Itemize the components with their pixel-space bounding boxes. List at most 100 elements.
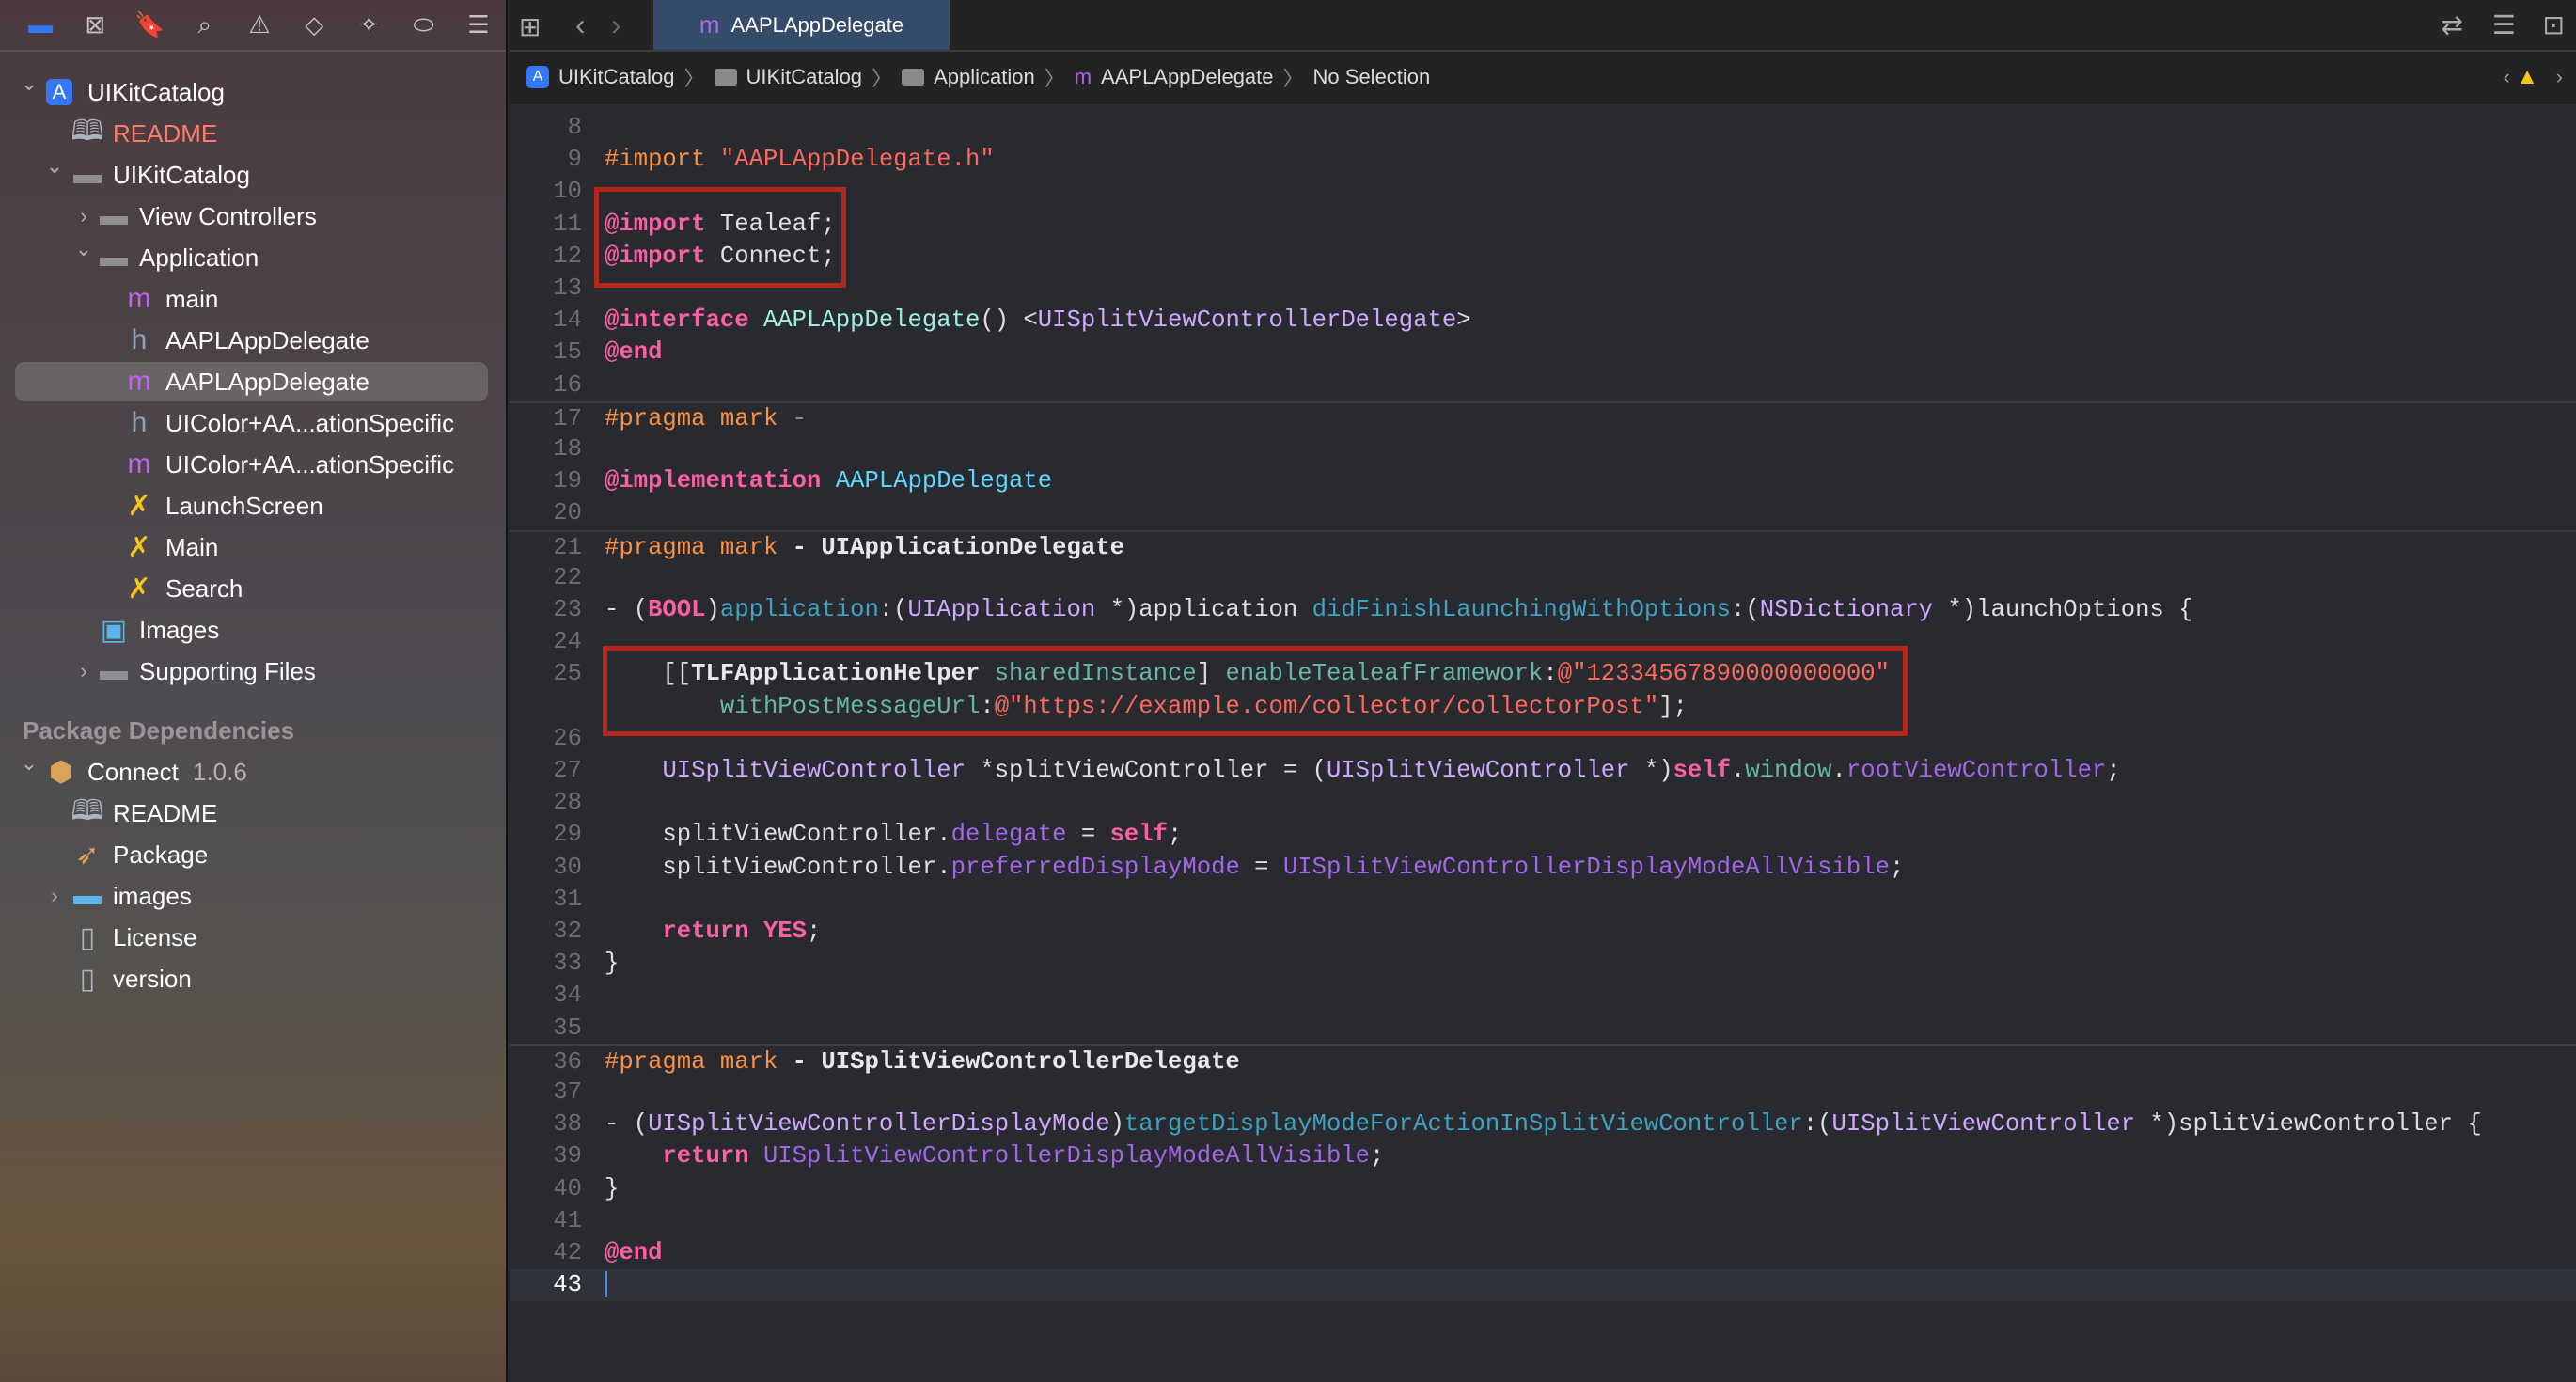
line-number[interactable]: 23 [510, 594, 582, 626]
tab-aaplappdelegate[interactable]: m AAPLAppDelegate [653, 0, 950, 50]
source-editor[interactable]: 8 9 #import "AAPLAppDelegate.h" 10 11 @import… [510, 103, 2576, 1382]
line-number[interactable]: 19 [510, 465, 582, 497]
back-icon[interactable]: ‹ [575, 8, 586, 42]
tree-item[interactable]: ➶ Package [0, 834, 508, 875]
line-number[interactable]: 27 [510, 755, 582, 787]
chevron-right-icon[interactable]: › [43, 884, 66, 908]
line-number[interactable]: 13 [510, 273, 582, 305]
tree-item[interactable]: ⌄ A UIKitCatalog [0, 71, 508, 113]
tree-item[interactable]: m UIColor+AA...ationSpecific [0, 444, 508, 485]
line-number[interactable]: 16 [510, 369, 582, 401]
line-number[interactable]: 32 [510, 916, 582, 948]
line-number[interactable]: 41 [510, 1205, 582, 1237]
line-number[interactable]: 37 [510, 1076, 582, 1108]
folder-icon [714, 69, 737, 86]
tree-item[interactable]: ⌄ ▬ UIKitCatalog [0, 154, 508, 196]
breadcrumb-symbol[interactable]: No Selection [1313, 65, 1431, 89]
code-token: preferredDisplayMode [950, 853, 1240, 881]
breadcrumb-application[interactable]: Application [902, 65, 1035, 89]
tree-item[interactable]: m main [0, 278, 508, 320]
tree-item[interactable]: 🕮 README [0, 793, 508, 834]
tree-item[interactable]: ✗ Search [0, 568, 508, 609]
tree-item[interactable]: ▣ Images [0, 609, 508, 651]
code-line: 23- (BOOL)application:(UIApplication *)a… [510, 594, 2576, 626]
code-line: 16 [510, 369, 2576, 401]
line-number[interactable]: 25 [510, 658, 582, 690]
tree-item[interactable]: h AAPLAppDelegate [0, 320, 508, 361]
tree-item[interactable]: h UIColor+AA...ationSpecific [0, 402, 508, 444]
line-number[interactable]: 33 [510, 948, 582, 980]
grid-icon[interactable]: ⊞ [519, 11, 541, 42]
tree-item[interactable]: ▯ version [0, 958, 508, 999]
line-number[interactable]: 34 [510, 980, 582, 1012]
breadcrumb-project[interactable]: A UIKitCatalog [526, 65, 675, 89]
line-number[interactable]: 12 [510, 241, 582, 273]
chevron-down-icon[interactable]: ⌄ [43, 154, 66, 179]
line-number[interactable]: 39 [510, 1140, 582, 1172]
tree-item[interactable]: m AAPLAppDelegate [0, 361, 508, 402]
line-number[interactable]: 17 [510, 403, 582, 435]
warning-icon[interactable]: ⚠ [232, 7, 287, 44]
report-icon[interactable]: ☰ [451, 7, 506, 44]
tree-item[interactable]: ▯ License [0, 917, 508, 958]
code-token: return [662, 1142, 749, 1170]
tree-item[interactable]: ✗ Main [0, 526, 508, 568]
line-number[interactable]: 15 [510, 337, 582, 369]
swap-icon[interactable]: ⇄ [2442, 9, 2463, 40]
next-issue-icon[interactable]: › [2556, 65, 2563, 89]
line-number[interactable]: 9 [510, 144, 582, 176]
code-token: > [1456, 306, 1471, 335]
tree-item[interactable]: ✗ LaunchScreen [0, 485, 508, 526]
line-number[interactable]: 31 [510, 884, 582, 916]
breadcrumb-file[interactable]: m AAPLAppDelegate [1075, 65, 1274, 89]
chevron-down-icon[interactable]: ⌄ [18, 751, 40, 776]
line-number[interactable]: 20 [510, 497, 582, 529]
line-number[interactable]: 21 [510, 532, 582, 564]
line-number[interactable]: 11 [510, 209, 582, 241]
line-number[interactable]: 10 [510, 176, 582, 208]
chevron-down-icon[interactable]: ⌄ [72, 237, 95, 261]
line-number[interactable]: 40 [510, 1173, 582, 1205]
tree-item[interactable]: › ▬ Supporting Files [0, 651, 508, 692]
line-number[interactable]: 18 [510, 433, 582, 465]
line-number[interactable]: 29 [510, 819, 582, 851]
breadcrumb-group[interactable]: UIKitCatalog [714, 65, 862, 89]
line-number[interactable]: 42 [510, 1237, 582, 1269]
tree-item[interactable]: ⌄ ▬ Application [0, 237, 508, 278]
warning-icon[interactable]: ▲ [2516, 64, 2538, 90]
line-number[interactable]: 36 [510, 1046, 582, 1078]
code-line: 21 #pragma mark - UIApplicationDelegate [510, 529, 2576, 564]
tree-item[interactable]: ⌄ ⬢ Connect 1.0.6 [0, 751, 508, 793]
add-editor-icon[interactable]: ⊡ [2543, 9, 2565, 40]
search-icon[interactable]: ⌕ [178, 7, 232, 44]
tree-item[interactable]: 🕮 README [0, 113, 508, 154]
tree-item[interactable]: › ▬ images [0, 875, 508, 917]
chevron-right-icon[interactable]: › [72, 659, 95, 683]
line-number[interactable]: 14 [510, 305, 582, 337]
line-number[interactable]: 35 [510, 1013, 582, 1044]
bookmark-icon[interactable]: 🔖 [122, 7, 177, 44]
tree-item[interactable]: › ▬ View Controllers [0, 196, 508, 237]
chevron-right-icon[interactable]: › [72, 204, 95, 228]
line-number[interactable]: 38 [510, 1108, 582, 1140]
line-number[interactable]: 22 [510, 562, 582, 594]
line-number[interactable]: 30 [510, 852, 582, 884]
forward-icon[interactable]: › [611, 8, 621, 42]
previous-issue-icon[interactable]: ‹ [2504, 65, 2510, 89]
line-number[interactable]: 43 [510, 1269, 582, 1301]
folder-icon[interactable]: ▬ [13, 7, 68, 44]
code-token: ; [1889, 853, 1905, 881]
test-icon[interactable]: ◇ [287, 7, 341, 44]
line-number[interactable]: 24 [510, 626, 582, 658]
highlight-box-imports [594, 187, 846, 288]
chevron-down-icon[interactable]: ⌄ [18, 71, 40, 96]
asset-catalog-icon: ▣ [100, 614, 128, 646]
line-number[interactable]: 8 [510, 112, 582, 144]
line-number[interactable]: 28 [510, 787, 582, 819]
debug-icon[interactable]: ✧ [341, 7, 396, 44]
source-control-icon[interactable]: ⊠ [68, 7, 122, 44]
inspector-list-icon[interactable]: ☰ [2492, 9, 2516, 40]
tree-item-label: images [113, 881, 192, 910]
line-number[interactable]: 26 [510, 723, 582, 755]
breakpoint-icon[interactable]: ⬭ [397, 7, 451, 44]
